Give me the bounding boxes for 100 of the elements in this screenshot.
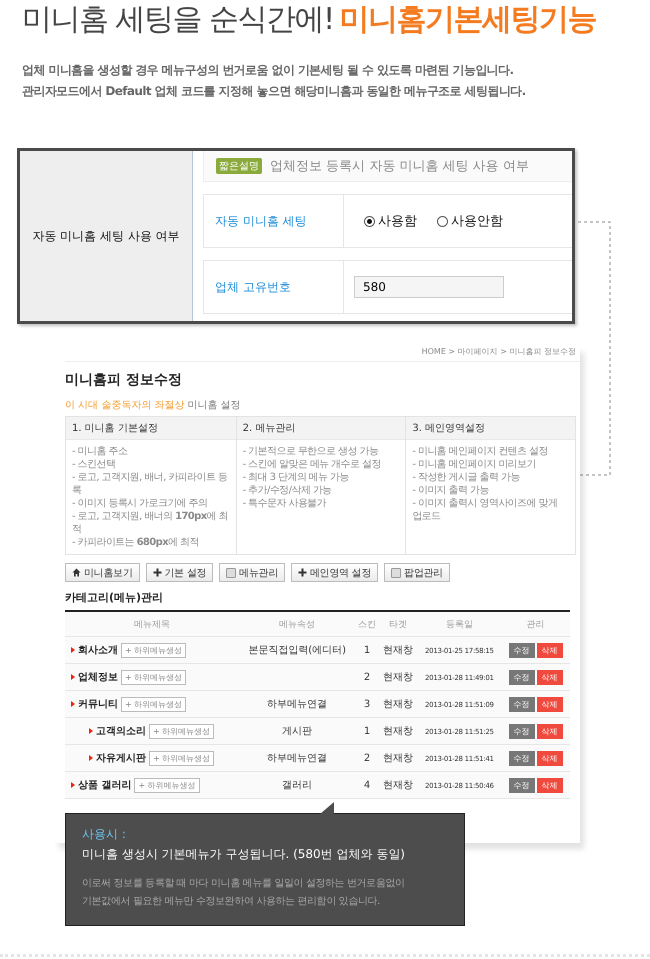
- radio-option[interactable]: 사용함: [354, 212, 417, 230]
- bullet-icon: [71, 674, 75, 680]
- skin-number: 4: [364, 780, 370, 790]
- menu-type: 하부메뉴연결: [267, 753, 328, 764]
- field-label: 업체 고유번호: [215, 278, 291, 296]
- delete-button[interactable]: 삭제: [536, 750, 563, 766]
- info-item: - 미니홈 메인페이지 미리보기: [412, 458, 537, 471]
- intro-text: 관리자모드에서 Default 업체 코드를 지정해 놓으면 해당미니홈과 동일한 메뉴구조로 세팅됩니다.: [22, 83, 526, 100]
- info-heading: 1. 미니홈 기본설정: [66, 417, 236, 440]
- target-text: 현재창: [383, 753, 414, 764]
- skin-number: 3: [364, 698, 370, 710]
- menu-title: 고객의소리: [96, 725, 146, 738]
- delete-button[interactable]: 삭제: [536, 670, 563, 684]
- menu-title: 자유게시판: [96, 752, 146, 765]
- section-title: 카테고리(메뉴)관리: [65, 590, 164, 605]
- field-label: 자동 미니홈 세팅: [215, 212, 307, 230]
- info-item: - 기본적으로 무한으로 생성 가능: [242, 445, 380, 458]
- delete-button[interactable]: 삭제: [536, 642, 563, 658]
- column-header: 스킨: [356, 611, 379, 636]
- column-header: 등록일: [418, 611, 502, 636]
- tooltip-lead: 미니홈 생성시 기본메뉴가 구성됩니다. (580번 업체와 동일): [82, 846, 405, 863]
- info-item: - 작성한 게시글 출력 가능: [412, 471, 521, 484]
- edit-button[interactable]: 수정: [508, 750, 535, 766]
- skin-number: 1: [364, 644, 370, 656]
- info-item: - 이미지 출력시 영역사이즈에 맞게 업로드: [412, 497, 558, 523]
- bullet-icon: [71, 782, 75, 788]
- add-submenu-button[interactable]: + 하위메뉴생성: [121, 696, 186, 712]
- target-text: 현재창: [383, 780, 414, 791]
- edit-button[interactable]: 수정: [508, 642, 535, 658]
- skin-number: 2: [364, 672, 370, 682]
- bullet-icon: [89, 728, 93, 734]
- intro-text: 업체 미니홈을 생성할 경우 메뉴구성의 번거로움 없이 기본세팅 될 수 있도록 마련된 기능입니다.: [22, 62, 514, 79]
- subtitle-text: 미니홈 설정: [188, 399, 241, 412]
- tooltip-heading: 사용시 :: [82, 826, 126, 843]
- delete-button[interactable]: 삭제: [536, 778, 563, 792]
- edit-button[interactable]: 수정: [508, 724, 535, 738]
- info-item: - 로고, 고객지원, 배너의 170px에 최적: [72, 510, 229, 536]
- toolbar-button[interactable]: 미니홈보기: [65, 563, 140, 582]
- headline-text: 미니홈 세팅을 순식간에!: [22, 2, 334, 37]
- bullet-icon: [71, 701, 75, 707]
- input-field[interactable]: 580: [354, 276, 504, 298]
- description-text: 업체정보 등록시 자동 미니홈 세팅 사용 여부: [270, 158, 529, 175]
- column-header: 메뉴속성: [238, 611, 356, 636]
- delete-button[interactable]: 삭제: [536, 724, 563, 738]
- edit-button[interactable]: 수정: [508, 670, 535, 684]
- info-item: - 이미지 출력 가능: [412, 484, 490, 497]
- add-submenu-button[interactable]: + 하위메뉴생성: [121, 670, 186, 684]
- menu-title: 상품 갤러리: [78, 779, 132, 792]
- column-header: 관리: [501, 611, 570, 636]
- info-item: - 추가/수정/삭제 가능: [242, 484, 333, 497]
- tooltip-text: 기본값에서 필요한 메뉴만 수정보완하여 사용하는 편리함이 있습니다.: [82, 895, 380, 909]
- skin-number: 1: [364, 726, 370, 736]
- info-item: - 카피라이트는 680px에 최적: [72, 536, 200, 549]
- menu-type: 본문직접입력(에디터): [248, 645, 346, 656]
- headline-highlight: 미니홈기본세팅기능: [340, 2, 596, 37]
- skin-number: 2: [364, 752, 370, 764]
- bullet-icon: [89, 755, 93, 761]
- square-icon: [226, 568, 236, 578]
- target-text: 현재창: [383, 672, 414, 683]
- edit-button[interactable]: 수정: [508, 696, 535, 712]
- radio-option[interactable]: 사용안함: [427, 212, 503, 230]
- setting-label: 자동 미니홈 세팅 사용 여부: [32, 228, 180, 244]
- info-item: - 로고, 고객지원, 배너, 카피라이트 등록: [72, 471, 228, 497]
- toolbar-button[interactable]: 메뉴관리: [219, 563, 286, 582]
- info-heading: 3. 메인영역설정: [406, 417, 575, 440]
- home-icon: [72, 568, 81, 577]
- breadcrumb: HOME > 마이페이지 > 미니홈피 정보수정: [422, 347, 576, 356]
- info-item: - 이미지 등록시 가로크기에 주의: [72, 497, 209, 510]
- menu-title: 커뮤니티: [78, 698, 118, 711]
- plus-icon: [298, 568, 308, 577]
- info-item: - 스킨에 알맞은 메뉴 개수로 설정: [242, 458, 382, 471]
- toolbar-button[interactable]: 기본 설정: [146, 563, 214, 582]
- add-submenu-button[interactable]: + 하위메뉴생성: [121, 642, 186, 658]
- menu-type: 게시판: [282, 726, 312, 737]
- target-text: 현재창: [383, 726, 414, 737]
- bullet-icon: [71, 647, 75, 653]
- delete-button[interactable]: 삭제: [536, 696, 563, 712]
- subtitle-highlight: 이 시대 술중독자의 좌절상: [65, 399, 185, 412]
- column-header: 타겟: [378, 611, 418, 636]
- edit-button[interactable]: 수정: [508, 778, 535, 792]
- toolbar-button[interactable]: 메인영역 설정: [291, 563, 378, 582]
- menu-type: 갤러리: [282, 780, 312, 791]
- toolbar-button[interactable]: 팝업관리: [384, 563, 450, 582]
- add-submenu-button[interactable]: + 하위메뉴생성: [149, 750, 214, 766]
- target-text: 현재창: [383, 699, 414, 710]
- menu-type: 하부메뉴연결: [267, 699, 328, 710]
- menu-title: 업체정보: [78, 671, 118, 684]
- add-submenu-button[interactable]: + 하위메뉴생성: [134, 778, 200, 792]
- short-description-badge: 짧은설명: [216, 158, 262, 174]
- info-item: - 특수문자 사용불가: [242, 497, 328, 510]
- page-title: 미니홈피 정보수정: [65, 371, 182, 389]
- plus-icon: [152, 568, 162, 577]
- info-item: - 최대 3 단계의 메뉴 가능: [242, 471, 350, 484]
- menu-title: 회사소개: [78, 644, 118, 657]
- add-submenu-button[interactable]: + 하위메뉴생성: [149, 724, 214, 738]
- column-header: 메뉴제목: [65, 611, 239, 636]
- info-item: - 미니홈 주소: [72, 445, 128, 458]
- target-text: 현재창: [383, 645, 414, 656]
- square-icon: [391, 568, 402, 578]
- info-item: - 미니홈 메인페이지 컨텐츠 설정: [412, 445, 549, 458]
